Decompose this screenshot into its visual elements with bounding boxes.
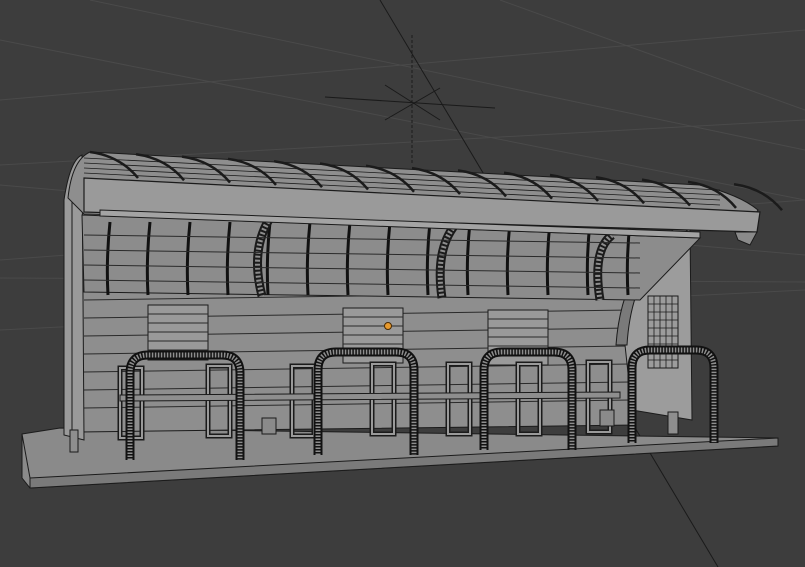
viewport-canvas[interactable] [0,0,805,567]
object-origin-icon[interactable] [384,322,392,330]
seat-pedestal [599,409,615,427]
3d-viewport[interactable] [0,0,805,567]
seat-pedestal [261,417,277,435]
wall-grille [647,295,679,369]
